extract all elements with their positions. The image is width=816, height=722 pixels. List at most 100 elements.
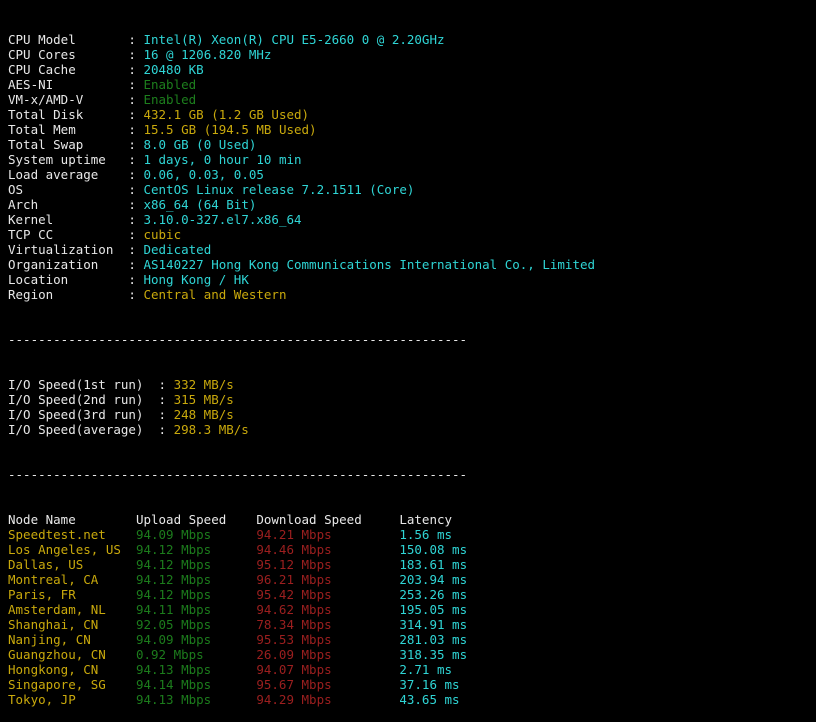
info-row-value: Enabled xyxy=(143,92,196,107)
info-row-colon: : xyxy=(159,422,174,437)
info-row-value: 20480 KB xyxy=(143,62,203,77)
info-row: Region : Central and Western xyxy=(8,287,816,302)
info-row-value: AS140227 Hong Kong Communications Intern… xyxy=(143,257,595,272)
speedtest-row: Paris, FR 94.12 Mbps 95.42 Mbps 253.26 m… xyxy=(8,587,816,602)
separator-dashes: ----------------------------------------… xyxy=(8,332,467,347)
speedtest-latency: 1.56 ms xyxy=(399,527,452,542)
info-row-label: CPU Cores xyxy=(8,47,128,62)
speedtest-row: Dallas, US 94.12 Mbps 95.12 Mbps 183.61 … xyxy=(8,557,816,572)
speedtest-download-speed: 94.07 Mbps xyxy=(256,662,399,677)
speedtest-download-speed: 95.12 Mbps xyxy=(256,557,399,572)
speedtest-row: Guangzhou, CN 0.92 Mbps 26.09 Mbps 318.3… xyxy=(8,647,816,662)
info-row-colon: : xyxy=(128,152,143,167)
column-header-node-name: Node Name xyxy=(8,512,136,527)
info-row-value: 315 MB/s xyxy=(174,392,234,407)
info-row-value: 298.3 MB/s xyxy=(174,422,249,437)
info-row: System uptime : 1 days, 0 hour 10 min xyxy=(8,152,816,167)
speedtest-upload-speed: 0.92 Mbps xyxy=(136,647,256,662)
info-row-label: TCP CC xyxy=(8,227,128,242)
speedtest-upload-speed: 94.12 Mbps xyxy=(136,587,256,602)
info-row: I/O Speed(average) : 298.3 MB/s xyxy=(8,422,816,437)
info-row: OS : CentOS Linux release 7.2.1511 (Core… xyxy=(8,182,816,197)
speedtest-download-speed: 95.67 Mbps xyxy=(256,677,399,692)
info-row: Total Swap : 8.0 GB (0 Used) xyxy=(8,137,816,152)
info-row-label: System uptime xyxy=(8,152,128,167)
info-row-colon: : xyxy=(128,212,143,227)
speedtest-download-speed: 95.53 Mbps xyxy=(256,632,399,647)
speedtest-node-name: Hongkong, CN xyxy=(8,662,136,677)
info-row-value: 0.06, 0.03, 0.05 xyxy=(143,167,263,182)
info-row-colon: : xyxy=(128,242,143,257)
speedtest-row: Amsterdam, NL 94.11 Mbps 94.62 Mbps 195.… xyxy=(8,602,816,617)
info-row: Load average : 0.06, 0.03, 0.05 xyxy=(8,167,816,182)
info-row: Kernel : 3.10.0-327.el7.x86_64 xyxy=(8,212,816,227)
info-row-colon: : xyxy=(128,122,143,137)
info-row-label: Region xyxy=(8,287,128,302)
info-row-colon: : xyxy=(128,167,143,182)
speedtest-latency: 43.65 ms xyxy=(399,692,459,707)
info-row-value: 1 days, 0 hour 10 min xyxy=(143,152,301,167)
speedtest-table: Node Name Upload Speed Download Speed La… xyxy=(8,512,816,707)
speedtest-upload-speed: 94.14 Mbps xyxy=(136,677,256,692)
info-row-colon: : xyxy=(128,257,143,272)
info-row-label: Total Disk xyxy=(8,107,128,122)
speedtest-row: Montreal, CA 94.12 Mbps 96.21 Mbps 203.9… xyxy=(8,572,816,587)
info-row-colon: : xyxy=(128,92,143,107)
info-row: Virtualization : Dedicated xyxy=(8,242,816,257)
info-row-value: cubic xyxy=(143,227,181,242)
speedtest-header-row: Node Name Upload Speed Download Speed La… xyxy=(8,512,816,527)
speedtest-upload-speed: 94.13 Mbps xyxy=(136,692,256,707)
info-row-value: Central and Western xyxy=(143,287,286,302)
speedtest-node-name: Shanghai, CN xyxy=(8,617,136,632)
speedtest-download-speed: 95.42 Mbps xyxy=(256,587,399,602)
speedtest-download-speed: 94.21 Mbps xyxy=(256,527,399,542)
separator-rule-2: ----------------------------------------… xyxy=(8,467,816,482)
speedtest-latency: 183.61 ms xyxy=(399,557,467,572)
speedtest-upload-speed: 94.12 Mbps xyxy=(136,542,256,557)
speedtest-node-name: Dallas, US xyxy=(8,557,136,572)
speedtest-row: Shanghai, CN 92.05 Mbps 78.34 Mbps 314.9… xyxy=(8,617,816,632)
info-row-label: I/O Speed(average) xyxy=(8,422,159,437)
info-row-label: Organization xyxy=(8,257,128,272)
speedtest-upload-speed: 94.09 Mbps xyxy=(136,527,256,542)
info-row-colon: : xyxy=(128,62,143,77)
info-row-label: CPU Cache xyxy=(8,62,128,77)
info-row: TCP CC : cubic xyxy=(8,227,816,242)
info-row: Organization : AS140227 Hong Kong Commun… xyxy=(8,257,816,272)
info-row-colon: : xyxy=(128,197,143,212)
speedtest-node-name: Singapore, SG xyxy=(8,677,136,692)
info-row-value: 15.5 GB (194.5 MB Used) xyxy=(143,122,316,137)
info-row-label: Total Swap xyxy=(8,137,128,152)
speedtest-download-speed: 96.21 Mbps xyxy=(256,572,399,587)
speedtest-upload-speed: 94.13 Mbps xyxy=(136,662,256,677)
speedtest-latency: 37.16 ms xyxy=(399,677,459,692)
info-row-label: OS xyxy=(8,182,128,197)
speedtest-upload-speed: 94.09 Mbps xyxy=(136,632,256,647)
info-row-colon: : xyxy=(128,287,143,302)
info-row-value: 3.10.0-327.el7.x86_64 xyxy=(143,212,301,227)
info-row-label: Total Mem xyxy=(8,122,128,137)
info-row-value: 332 MB/s xyxy=(174,377,234,392)
info-row-value: 432.1 GB (1.2 GB Used) xyxy=(143,107,309,122)
speedtest-latency: 195.05 ms xyxy=(399,602,467,617)
speedtest-latency: 318.35 ms xyxy=(399,647,467,662)
info-row-colon: : xyxy=(159,377,174,392)
info-row-label: Load average xyxy=(8,167,128,182)
column-header-upload-speed: Upload Speed xyxy=(136,512,256,527)
speedtest-node-name: Tokyo, JP xyxy=(8,692,136,707)
info-row: VM-x/AMD-V : Enabled xyxy=(8,92,816,107)
info-row-colon: : xyxy=(128,107,143,122)
info-row-label: Virtualization xyxy=(8,242,128,257)
speedtest-latency: 2.71 ms xyxy=(399,662,452,677)
info-row: I/O Speed(2nd run) : 315 MB/s xyxy=(8,392,816,407)
info-row-value: Hong Kong / HK xyxy=(143,272,248,287)
info-row-colon: : xyxy=(128,182,143,197)
speedtest-row: Singapore, SG 94.14 Mbps 95.67 Mbps 37.1… xyxy=(8,677,816,692)
info-row: Total Mem : 15.5 GB (194.5 MB Used) xyxy=(8,122,816,137)
speedtest-download-speed: 94.29 Mbps xyxy=(256,692,399,707)
speedtest-node-name: Amsterdam, NL xyxy=(8,602,136,617)
speedtest-node-name: Los Angeles, US xyxy=(8,542,136,557)
speedtest-upload-speed: 92.05 Mbps xyxy=(136,617,256,632)
info-row-value: 16 @ 1206.820 MHz xyxy=(143,47,271,62)
column-header-latency: Latency xyxy=(399,512,452,527)
